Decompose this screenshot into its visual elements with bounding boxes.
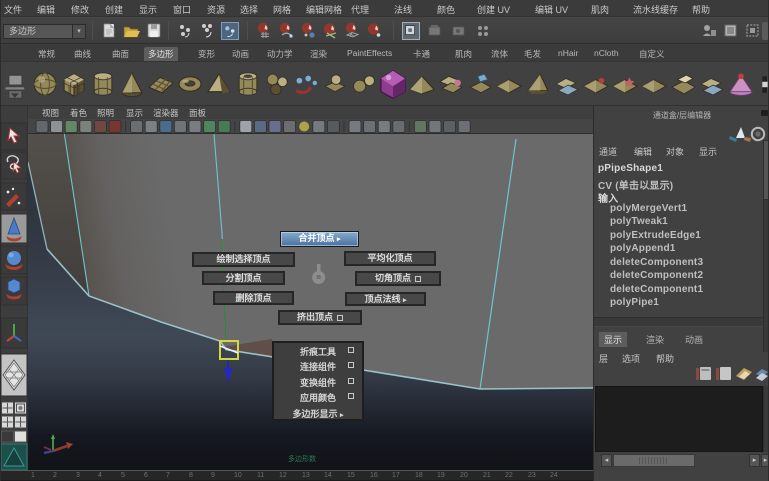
svg-text:多边形数: 多边形数 xyxy=(288,454,316,463)
